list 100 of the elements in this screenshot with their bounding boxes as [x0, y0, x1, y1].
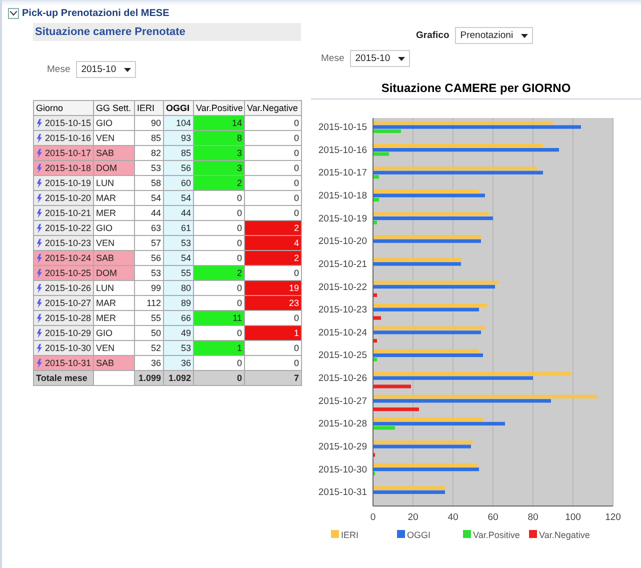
- lightning-icon[interactable]: [36, 298, 42, 308]
- table-cell: 56: [164, 160, 194, 176]
- dropdown-caret-icon: [398, 56, 406, 60]
- table-cell: 82: [134, 146, 164, 160]
- table-cell: 104: [164, 116, 194, 130]
- table-cell: 93: [164, 130, 194, 146]
- lightning-icon[interactable]: [36, 162, 42, 174]
- table-cell: 23: [244, 296, 302, 310]
- table-cell: 66: [164, 310, 194, 326]
- date-text[interactable]: 2015-10-25: [44, 268, 91, 278]
- date-text[interactable]: 2015-10-23: [44, 238, 91, 248]
- table-cell: 0: [194, 356, 244, 370]
- table-cell: 52: [134, 340, 164, 356]
- table-cell: 0: [194, 296, 244, 310]
- category-label: 2015-10-16: [318, 144, 367, 156]
- category-label: 2015-10-22: [318, 282, 367, 293]
- lightning-icon[interactable]: [36, 282, 42, 294]
- lightning-icon[interactable]: [36, 148, 42, 158]
- lightning-icon[interactable]: [36, 132, 42, 144]
- lightning-icon[interactable]: [36, 118, 42, 128]
- category-label: 2015-10-20: [318, 236, 367, 248]
- lightning-icon[interactable]: [36, 252, 42, 264]
- chart-type-select[interactable]: Prenotazioni: [455, 27, 534, 44]
- table-cell: 0: [244, 356, 302, 370]
- collapse-toggle[interactable]: [8, 8, 19, 19]
- lightning-icon[interactable]: [36, 328, 42, 338]
- weekday-cell: GIO: [94, 220, 134, 236]
- legend-label: Var.Positive: [473, 530, 520, 540]
- date-text[interactable]: 2015-10-26: [44, 283, 91, 293]
- date-text[interactable]: 2015-10-18: [44, 163, 91, 173]
- table-cell: 54: [164, 190, 194, 206]
- month-label: Mese: [321, 53, 344, 64]
- axis-tick-label: 120: [605, 512, 621, 523]
- table-cell: 2: [194, 266, 244, 280]
- table-cell: 0: [194, 220, 244, 236]
- table-cell: 14: [194, 116, 244, 130]
- lightning-icon[interactable]: [36, 192, 42, 204]
- date-text[interactable]: 2015-10-22: [44, 223, 91, 233]
- weekday-cell: GIO: [94, 326, 134, 340]
- table-cell: 44: [134, 206, 164, 220]
- table-cell: 0: [244, 206, 302, 220]
- month-select[interactable]: 2015-10: [350, 50, 410, 67]
- table-cell: 0: [244, 160, 302, 176]
- date-text[interactable]: 2015-10-20: [44, 193, 91, 203]
- date-text[interactable]: 2015-10-16: [44, 133, 91, 143]
- category-label: 2015-10-19: [318, 213, 367, 224]
- panel-title: Pick-up Prenotazioni del MESE: [22, 8, 170, 19]
- category-label: 2015-10-27: [318, 396, 367, 407]
- chart-bar: [373, 339, 377, 343]
- weekday-cell: SAB: [94, 356, 134, 370]
- table-cell: 0: [244, 310, 302, 326]
- date-text[interactable]: 2015-10-15: [44, 118, 91, 128]
- weekday-cell: LUN: [94, 176, 134, 190]
- date-text[interactable]: 2015-10-30: [44, 343, 91, 353]
- column-header: GG Sett.: [94, 100, 134, 116]
- table-cell: 3: [194, 146, 244, 160]
- total-label: Totale mese: [34, 370, 94, 386]
- lightning-icon[interactable]: [36, 238, 42, 248]
- table-cell: 0: [194, 250, 244, 266]
- date-text[interactable]: 2015-10-28: [44, 313, 91, 323]
- date-text[interactable]: 2015-10-31: [44, 358, 91, 368]
- table-cell: 0: [244, 190, 302, 206]
- table-cell: 0: [194, 236, 244, 250]
- category-label: 2015-10-18: [318, 190, 367, 202]
- table-cell: 0: [194, 190, 244, 206]
- legend-label: IERI: [341, 530, 359, 540]
- lightning-icon[interactable]: [36, 312, 42, 324]
- table-cell: 55: [164, 266, 194, 280]
- category-label: 2015-10-26: [318, 373, 367, 384]
- weekday-cell: MAR: [94, 190, 134, 206]
- column-header: Giorno: [34, 100, 94, 116]
- lightning-icon[interactable]: [36, 358, 42, 368]
- date-text[interactable]: 2015-10-27: [44, 298, 91, 308]
- date-text[interactable]: 2015-10-21: [44, 208, 91, 218]
- table-cell: 53: [164, 236, 194, 250]
- lightning-icon[interactable]: [36, 342, 42, 354]
- lightning-icon[interactable]: [36, 222, 42, 234]
- category-label: 2015-10-23: [318, 304, 367, 316]
- date-text[interactable]: 2015-10-24: [44, 253, 91, 263]
- lightning-icon[interactable]: [36, 178, 42, 188]
- month-select[interactable]: 2015-10: [76, 61, 136, 78]
- table-cell: 90: [134, 116, 164, 130]
- date-text[interactable]: 2015-10-17: [44, 148, 91, 158]
- lightning-icon[interactable]: [36, 268, 42, 278]
- total-cell: 1.092: [164, 370, 194, 386]
- table-cell: 63: [134, 220, 164, 236]
- date-text[interactable]: 2015-10-19: [44, 178, 91, 188]
- weekday-cell: VEN: [94, 340, 134, 356]
- table-cell: 3: [194, 160, 244, 176]
- table-cell: 0: [244, 266, 302, 280]
- table-cell: 2: [244, 250, 302, 266]
- lightning-icon[interactable]: [36, 208, 42, 218]
- weekday-cell: VEN: [94, 236, 134, 250]
- weekday-cell: MER: [94, 206, 134, 220]
- table-cell: 36: [134, 356, 164, 370]
- column-header: Var.Positive: [194, 100, 244, 116]
- date-text[interactable]: 2015-10-29: [44, 328, 91, 338]
- category-label: 2015-10-15: [318, 122, 367, 133]
- category-label: 2015-10-17: [318, 168, 367, 179]
- weekday-cell: SAB: [94, 250, 134, 266]
